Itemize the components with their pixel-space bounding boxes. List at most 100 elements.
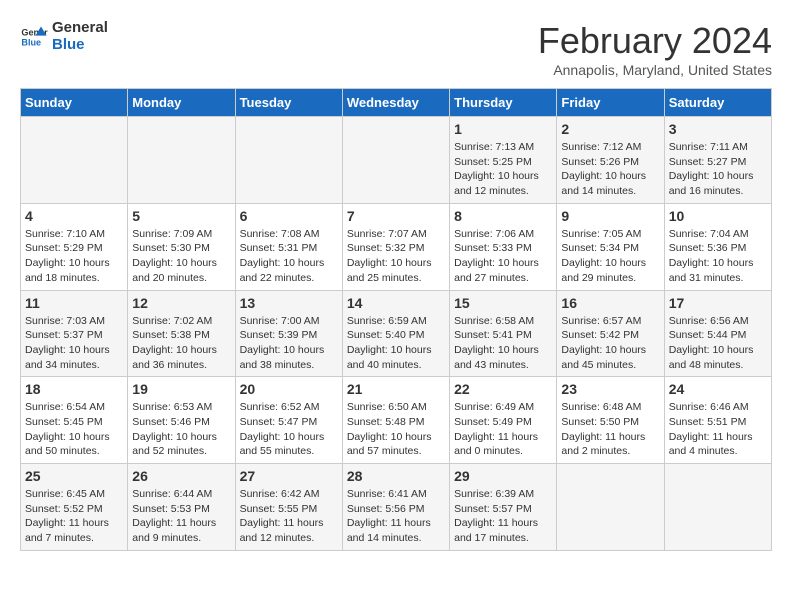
day-number: 2 — [561, 121, 659, 137]
calendar-cell: 1 Sunrise: 7:13 AM Sunset: 5:25 PM Daylig… — [450, 117, 557, 204]
day-number: 7 — [347, 208, 445, 224]
week-row-4: 18 Sunrise: 6:54 AM Sunset: 5:45 PM Dayli… — [21, 377, 772, 464]
day-header-tuesday: Tuesday — [235, 89, 342, 117]
day-info: Sunrise: 7:02 AM Sunset: 5:38 PM Dayligh… — [132, 314, 230, 373]
calendar-cell: 4 Sunrise: 7:10 AM Sunset: 5:29 PM Daylig… — [21, 203, 128, 290]
calendar-cell: 6 Sunrise: 7:08 AM Sunset: 5:31 PM Daylig… — [235, 203, 342, 290]
logo-blue: Blue — [52, 36, 85, 53]
calendar-table: SundayMondayTuesdayWednesdayThursdayFrid… — [20, 88, 772, 551]
calendar-cell: 18 Sunrise: 6:54 AM Sunset: 5:45 PM Dayli… — [21, 377, 128, 464]
calendar-cell: 17Sunrise: 6:56 AM Sunset: 5:44 PM Dayli… — [664, 290, 771, 377]
day-info: Sunrise: 6:49 AM Sunset: 5:49 PM Dayligh… — [454, 400, 552, 459]
calendar-cell: 25Sunrise: 6:45 AM Sunset: 5:52 PM Dayli… — [21, 464, 128, 551]
day-info: Sunrise: 6:54 AM Sunset: 5:45 PM Dayligh… — [25, 400, 123, 459]
day-info: Sunrise: 6:56 AM Sunset: 5:44 PM Dayligh… — [669, 314, 767, 373]
calendar-cell: 27 Sunrise: 6:42 AM Sunset: 5:55 PM Dayli… — [235, 464, 342, 551]
week-row-1: 1 Sunrise: 7:13 AM Sunset: 5:25 PM Daylig… — [21, 117, 772, 204]
day-info: Sunrise: 6:50 AM Sunset: 5:48 PM Dayligh… — [347, 400, 445, 459]
header-row: SundayMondayTuesdayWednesdayThursdayFrid… — [21, 89, 772, 117]
day-number: 1 — [454, 121, 552, 137]
day-info: Sunrise: 6:48 AM Sunset: 5:50 PM Dayligh… — [561, 400, 659, 459]
day-number: 22 — [454, 381, 552, 397]
calendar-cell: 11 Sunrise: 7:03 AM Sunset: 5:37 PM Dayli… — [21, 290, 128, 377]
week-row-2: 4 Sunrise: 7:10 AM Sunset: 5:29 PM Daylig… — [21, 203, 772, 290]
day-info: Sunrise: 6:41 AM Sunset: 5:56 PM Dayligh… — [347, 487, 445, 546]
calendar-cell: 7 Sunrise: 7:07 AM Sunset: 5:32 PM Daylig… — [342, 203, 449, 290]
day-number: 18 — [25, 381, 123, 397]
day-info: Sunrise: 6:52 AM Sunset: 5:47 PM Dayligh… — [240, 400, 338, 459]
day-info: Sunrise: 7:12 AM Sunset: 5:26 PM Dayligh… — [561, 140, 659, 199]
day-info: Sunrise: 7:08 AM Sunset: 5:31 PM Dayligh… — [240, 227, 338, 286]
day-number: 19 — [132, 381, 230, 397]
day-number: 13 — [240, 295, 338, 311]
calendar-cell: 2 Sunrise: 7:12 AM Sunset: 5:26 PM Daylig… — [557, 117, 664, 204]
calendar-cell: 15Sunrise: 6:58 AM Sunset: 5:41 PM Dayli… — [450, 290, 557, 377]
day-number: 9 — [561, 208, 659, 224]
calendar-cell — [235, 117, 342, 204]
day-info: Sunrise: 6:39 AM Sunset: 5:57 PM Dayligh… — [454, 487, 552, 546]
calendar-cell — [664, 464, 771, 551]
calendar-cell: 20 Sunrise: 6:52 AM Sunset: 5:47 PM Dayli… — [235, 377, 342, 464]
day-info: Sunrise: 6:59 AM Sunset: 5:40 PM Dayligh… — [347, 314, 445, 373]
day-number: 3 — [669, 121, 767, 137]
day-number: 5 — [132, 208, 230, 224]
day-header-monday: Monday — [128, 89, 235, 117]
calendar-cell — [21, 117, 128, 204]
day-number: 20 — [240, 381, 338, 397]
calendar-cell: 10 Sunrise: 7:04 AM Sunset: 5:36 PM Dayli… — [664, 203, 771, 290]
day-number: 10 — [669, 208, 767, 224]
logo-general: General — [52, 19, 108, 36]
day-number: 23 — [561, 381, 659, 397]
calendar-cell: 5 Sunrise: 7:09 AM Sunset: 5:30 PM Daylig… — [128, 203, 235, 290]
day-number: 25 — [25, 468, 123, 484]
calendar-cell: 24 Sunrise: 6:46 AM Sunset: 5:51 PM Dayli… — [664, 377, 771, 464]
calendar-cell: 21 Sunrise: 6:50 AM Sunset: 5:48 PM Dayli… — [342, 377, 449, 464]
calendar-cell — [557, 464, 664, 551]
day-info: Sunrise: 6:44 AM Sunset: 5:53 PM Dayligh… — [132, 487, 230, 546]
title-block: February 2024 Annapolis, Maryland, Unite… — [538, 20, 772, 78]
day-number: 15 — [454, 295, 552, 311]
svg-text:Blue: Blue — [21, 37, 41, 47]
calendar-cell: 3Sunrise: 7:11 AM Sunset: 5:27 PM Daylig… — [664, 117, 771, 204]
calendar-cell: 23 Sunrise: 6:48 AM Sunset: 5:50 PM Dayli… — [557, 377, 664, 464]
day-info: Sunrise: 7:03 AM Sunset: 5:37 PM Dayligh… — [25, 314, 123, 373]
day-number: 27 — [240, 468, 338, 484]
day-info: Sunrise: 7:10 AM Sunset: 5:29 PM Dayligh… — [25, 227, 123, 286]
day-number: 14 — [347, 295, 445, 311]
calendar-cell: 14 Sunrise: 6:59 AM Sunset: 5:40 PM Dayli… — [342, 290, 449, 377]
calendar-cell: 26 Sunrise: 6:44 AM Sunset: 5:53 PM Dayli… — [128, 464, 235, 551]
day-header-sunday: Sunday — [21, 89, 128, 117]
day-header-wednesday: Wednesday — [342, 89, 449, 117]
day-header-friday: Friday — [557, 89, 664, 117]
calendar-cell: 28 Sunrise: 6:41 AM Sunset: 5:56 PM Dayli… — [342, 464, 449, 551]
day-number: 26 — [132, 468, 230, 484]
day-info: Sunrise: 7:00 AM Sunset: 5:39 PM Dayligh… — [240, 314, 338, 373]
day-number: 6 — [240, 208, 338, 224]
header: General Blue General Blue General Blue F… — [20, 20, 772, 78]
day-info: Sunrise: 6:57 AM Sunset: 5:42 PM Dayligh… — [561, 314, 659, 373]
calendar-cell — [342, 117, 449, 204]
calendar-cell — [128, 117, 235, 204]
day-info: Sunrise: 7:04 AM Sunset: 5:36 PM Dayligh… — [669, 227, 767, 286]
day-number: 11 — [25, 295, 123, 311]
day-number: 24 — [669, 381, 767, 397]
day-info: Sunrise: 7:06 AM Sunset: 5:33 PM Dayligh… — [454, 227, 552, 286]
day-number: 8 — [454, 208, 552, 224]
day-info: Sunrise: 7:07 AM Sunset: 5:32 PM Dayligh… — [347, 227, 445, 286]
calendar-cell: 29Sunrise: 6:39 AM Sunset: 5:57 PM Dayli… — [450, 464, 557, 551]
day-header-saturday: Saturday — [664, 89, 771, 117]
day-info: Sunrise: 7:05 AM Sunset: 5:34 PM Dayligh… — [561, 227, 659, 286]
day-info: Sunrise: 6:46 AM Sunset: 5:51 PM Dayligh… — [669, 400, 767, 459]
day-info: Sunrise: 6:42 AM Sunset: 5:55 PM Dayligh… — [240, 487, 338, 546]
day-number: 28 — [347, 468, 445, 484]
day-info: Sunrise: 7:09 AM Sunset: 5:30 PM Dayligh… — [132, 227, 230, 286]
day-number: 16 — [561, 295, 659, 311]
day-number: 21 — [347, 381, 445, 397]
location-title: Annapolis, Maryland, United States — [538, 62, 772, 78]
calendar-cell: 9 Sunrise: 7:05 AM Sunset: 5:34 PM Daylig… — [557, 203, 664, 290]
calendar-cell: 12 Sunrise: 7:02 AM Sunset: 5:38 PM Dayli… — [128, 290, 235, 377]
day-info: Sunrise: 7:13 AM Sunset: 5:25 PM Dayligh… — [454, 140, 552, 199]
day-number: 4 — [25, 208, 123, 224]
calendar-cell: 19Sunrise: 6:53 AM Sunset: 5:46 PM Dayli… — [128, 377, 235, 464]
day-number: 12 — [132, 295, 230, 311]
